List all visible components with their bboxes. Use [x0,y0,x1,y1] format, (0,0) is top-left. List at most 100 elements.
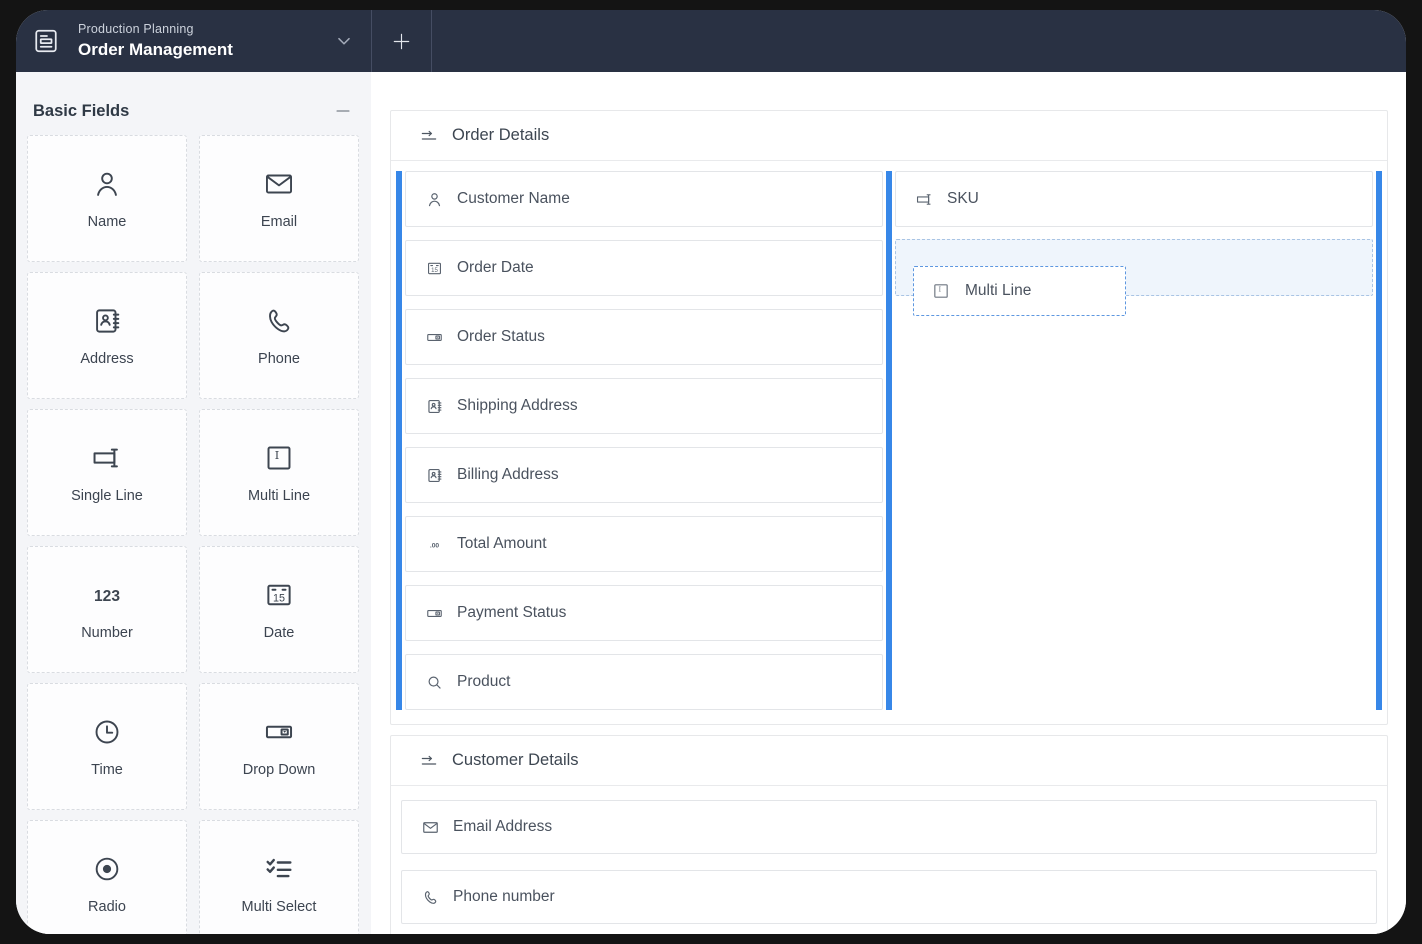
multi-select-icon [262,852,296,886]
address-book-icon [425,466,444,485]
address-book-icon [425,397,444,416]
person-icon [90,167,124,201]
sidebar-section-title: Basic Fields [33,102,129,121]
palette-card-phone[interactable]: Phone [199,272,359,399]
svg-text:15: 15 [273,593,285,605]
column-drop-indicator [396,171,402,710]
collapse-minus-icon[interactable] [333,101,353,121]
calendar-15-icon: 15 [262,578,296,612]
svg-text:I: I [275,448,279,462]
form-field-email-address[interactable]: Email Address [401,800,1377,854]
address-book-icon [90,304,124,338]
palette-card-name[interactable]: Name [27,135,187,262]
search-icon [425,673,444,692]
section-drag-icon[interactable] [419,126,439,146]
palette-card-label: Phone [258,351,300,367]
section-drag-icon[interactable] [419,751,439,771]
form-field-phone-number[interactable]: Phone number [401,870,1377,924]
column-drop-indicator [886,171,892,710]
form-field-label: Total Amount [457,535,547,553]
dropdown-icon [425,604,444,623]
dropdown-icon [425,328,444,347]
add-form-tab-button[interactable] [371,10,432,72]
form-logo-button[interactable] [30,25,62,57]
form-field-label: Order Date [457,259,534,277]
form-field-label: Product [457,673,510,691]
palette-card-label: Drop Down [243,762,316,778]
palette-card-address[interactable]: Address [27,272,187,399]
radio-icon [90,852,124,886]
chevron-down-icon[interactable] [333,30,355,52]
envelope-icon [262,167,296,201]
dragged-field-multi-line[interactable]: I Multi Line [913,266,1126,316]
fields-sidebar: Basic Fields Name Email Address Phone Single… [16,72,371,934]
phone-icon [262,304,296,338]
dropdown-icon [262,715,296,749]
svg-text:15: 15 [431,268,438,274]
decimal-icon: .00 [425,535,444,554]
palette-card-email[interactable]: Email [199,135,359,262]
form-field-order-date[interactable]: 15 Order Date [405,240,883,296]
palette-card-label: Address [80,351,133,367]
section-rows: Email Address Phone number [391,786,1387,934]
section-title: Customer Details [452,751,579,770]
form-title: Order Management [78,39,233,60]
form-field-label: Order Status [457,328,545,346]
form-field-customer-name[interactable]: Customer Name [405,171,883,227]
topbar: Production Planning Order Management [16,10,1406,72]
person-icon [425,190,444,209]
palette-card-number[interactable]: 123 Number [27,546,187,673]
form-field-label: SKU [947,190,979,208]
single-line-icon [90,441,124,475]
palette-card-label: Multi Select [242,899,317,915]
palette-card-label: Multi Line [248,488,310,504]
calendar-15-icon: 15 [425,259,444,278]
app-subtitle: Production Planning [78,22,233,38]
palette-card-time[interactable]: Time [27,683,187,810]
form-field-order-status[interactable]: Order Status [405,309,883,365]
envelope-icon [421,818,440,837]
palette-card-label: Name [88,214,127,230]
form-field-billing-address[interactable]: Billing Address [405,447,883,503]
palette-card-date[interactable]: 15Date [199,546,359,673]
form-field-label: Customer Name [457,190,570,208]
form-field-sku[interactable]: SKU [895,171,1373,227]
phone-icon [421,888,440,907]
section-header[interactable]: Customer Details [391,736,1387,786]
svg-text:123: 123 [94,588,120,605]
form-field-payment-status[interactable]: Payment Status [405,585,883,641]
palette-card-single-line[interactable]: Single Line [27,409,187,536]
form-field-label: Shipping Address [457,397,578,415]
form-column-1: Customer Name 15 Order Date Order Status Shi… [405,171,883,710]
number-123-icon: 123 [90,578,124,612]
plus-icon [390,30,413,53]
form-field-shipping-address[interactable]: Shipping Address [405,378,883,434]
form-field-product[interactable]: Product [405,654,883,710]
palette-card-label: Single Line [71,488,143,504]
palette-card-label: Email [261,214,297,230]
palette-card-label: Number [81,625,133,641]
palette-card-label: Time [91,762,123,778]
section-title: Order Details [452,126,549,145]
section-order-details: Order Details Customer Name 15 Order Date O… [390,110,1388,725]
palette-card-radio[interactable]: Radio [27,820,187,934]
svg-text:.00: .00 [430,542,440,549]
palette-card-drop-down[interactable]: Drop Down [199,683,359,810]
dragged-field-label: Multi Line [965,282,1031,300]
section-columns: Customer Name 15 Order Date Order Status Shi… [391,161,1387,724]
multi-line-icon: I [262,441,296,475]
form-canvas: Order Details Customer Name 15 Order Date O… [371,72,1406,934]
form-field-label: Phone number [453,888,555,906]
svg-text:I: I [939,286,942,294]
section-header[interactable]: Order Details [391,111,1387,161]
palette-card-multi-line[interactable]: I Multi Line [199,409,359,536]
form-field-label: Email Address [453,818,552,836]
form-field-total-amount[interactable]: .00 Total Amount [405,516,883,572]
form-switcher[interactable]: Production Planning Order Management [16,10,371,72]
form-field-label: Billing Address [457,466,559,484]
form-field-label: Payment Status [457,604,566,622]
topbar-spacer [432,10,1406,72]
palette-card-multi-select[interactable]: Multi Select [199,820,359,934]
column-drop-indicator [1376,171,1382,710]
multi-line-icon: I [931,281,951,301]
